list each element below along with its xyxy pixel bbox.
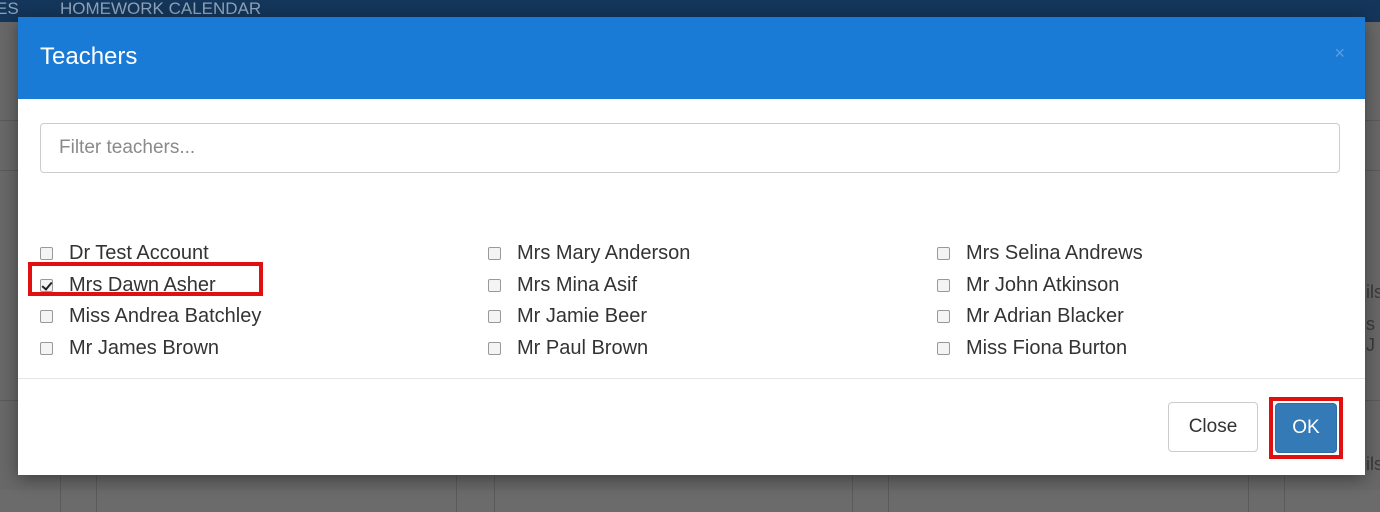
teacher-name: Miss Fiona Burton <box>966 336 1128 359</box>
teacher-name: Mr Jamie Beer <box>517 304 648 327</box>
filter-teachers-input[interactable] <box>40 123 1340 173</box>
close-icon[interactable]: × <box>1334 43 1345 64</box>
teacher-name: Mr Adrian Blacker <box>966 304 1124 327</box>
teacher-option[interactable]: Dr Test Account <box>40 238 209 268</box>
checkbox[interactable] <box>488 309 501 323</box>
teacher-name: Miss Andrea Batchley <box>69 304 262 327</box>
teacher-option[interactable]: Mr Jamie Beer <box>488 301 647 331</box>
checkbox[interactable] <box>488 278 501 292</box>
checkbox-checked[interactable] <box>40 278 53 292</box>
teacher-option[interactable]: Mr Adrian Blacker <box>937 301 1124 331</box>
teacher-option[interactable]: Mr James Brown <box>40 333 219 363</box>
checkbox[interactable] <box>488 341 501 355</box>
checkbox[interactable] <box>937 246 950 260</box>
teacher-option[interactable]: Miss Fiona Burton <box>937 333 1127 363</box>
checkbox[interactable] <box>937 309 950 323</box>
ok-button[interactable]: OK <box>1275 403 1337 453</box>
modal-header: Teachers × <box>18 17 1365 99</box>
teacher-name: Mr James Brown <box>69 336 220 359</box>
teacher-option[interactable]: Mrs Dawn Asher <box>40 270 216 300</box>
nav-item-partial: ES <box>0 0 19 18</box>
teacher-name: Mrs Mary Anderson <box>517 241 691 264</box>
teacher-name: Mrs Mina Asif <box>517 273 638 296</box>
teacher-option[interactable]: Mr Paul Brown <box>488 333 648 363</box>
teacher-name: Mr Paul Brown <box>517 336 649 359</box>
teacher-name: Mrs Dawn Asher <box>69 273 216 296</box>
checkbox[interactable] <box>40 246 53 260</box>
teacher-list: Dr Test Account Mrs Mary Anderson Mrs Se… <box>40 238 1360 368</box>
teacher-name: Mrs Selina Andrews <box>966 241 1143 264</box>
modal-title: Teachers <box>40 43 138 70</box>
checkbox[interactable] <box>937 341 950 355</box>
checkbox[interactable] <box>40 309 53 323</box>
close-button[interactable]: Close <box>1168 402 1258 452</box>
checkbox[interactable] <box>40 341 53 355</box>
teacher-option[interactable]: Mrs Selina Andrews <box>937 238 1143 268</box>
teacher-option[interactable]: Mr John Atkinson <box>937 270 1119 300</box>
nav-item-homework-calendar: HOMEWORK CALENDAR <box>60 0 262 18</box>
checkbox[interactable] <box>937 278 950 292</box>
background-text-fragment: ils <box>1366 454 1380 474</box>
teacher-option[interactable]: Miss Andrea Batchley <box>40 301 261 331</box>
teacher-option[interactable]: Mrs Mina Asif <box>488 270 637 300</box>
background-text-fragment: ils <box>1366 282 1380 302</box>
teachers-modal: Teachers × Dr Test Account Mrs Mary Ande… <box>18 17 1365 475</box>
teacher-name: Mr John Atkinson <box>966 273 1120 296</box>
checkbox[interactable] <box>488 246 501 260</box>
background-text-fragment: s J <box>1366 314 1375 355</box>
footer-divider <box>18 378 1365 379</box>
teacher-name: Dr Test Account <box>69 241 209 264</box>
teacher-option[interactable]: Mrs Mary Anderson <box>488 238 690 268</box>
